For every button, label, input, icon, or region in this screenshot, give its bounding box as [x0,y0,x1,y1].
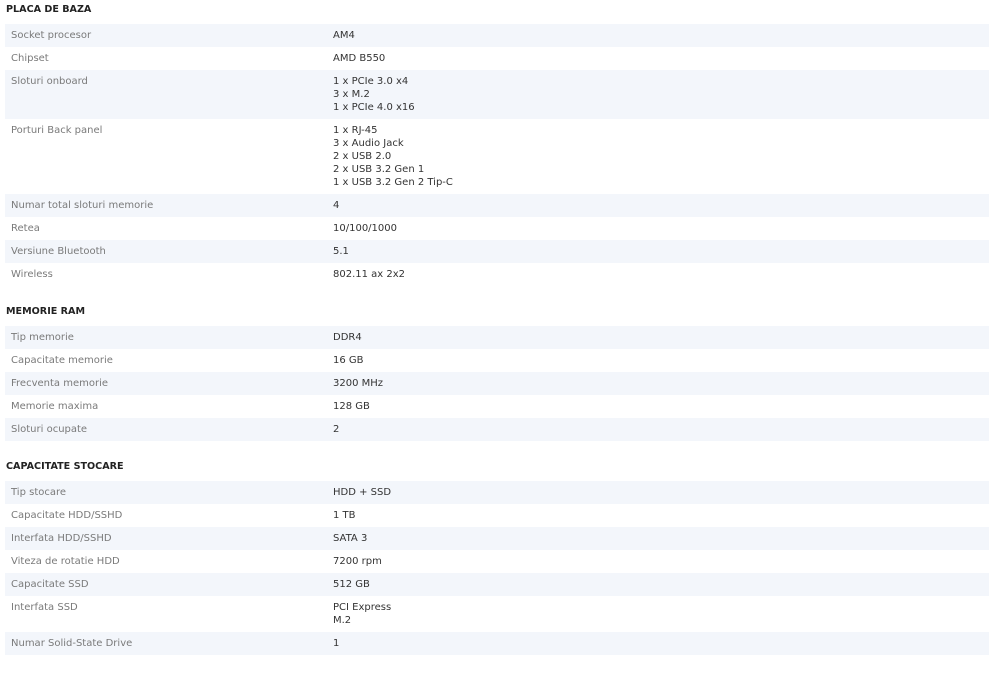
spec-value-line: 1 [333,638,340,649]
spec-value: 802.11 ax 2x2 [333,268,989,281]
spec-label: Retea [11,223,40,234]
spec-row: Memorie maxima 128 GB [5,395,989,418]
spec-label: Memorie maxima [11,401,99,412]
spec-value: 128 GB [333,400,989,413]
spec-value: AM4 [333,29,989,42]
spec-table: Tip stocare HDD + SSD Capacitate HDD/SSHD 1… [5,481,989,655]
spec-value: PCI Express M.2 [333,601,989,627]
spec-label: Capacitate memorie [11,355,113,366]
spec-value-line: 128 GB [333,401,370,412]
spec-value-line: 4 [333,200,340,211]
spec-value-line: 802.11 ax 2x2 [333,269,406,280]
spec-value: 4 [333,199,989,212]
spec-value: HDD + SSD [333,486,989,499]
spec-row: Viteza de rotatie HDD 7200 rpm [5,550,989,573]
spec-row: Frecventa memorie 3200 MHz [5,372,989,395]
spec-row: Sloturi onboard 1 x PCIe 3.0 x4 3 x M.2 1 x… [5,70,989,119]
spec-value-line: DDR4 [333,332,362,343]
spec-row: Retea 10/100/1000 [5,217,989,240]
section-title: PLACA DE BAZA [6,4,92,15]
spec-value: 7200 rpm [333,555,989,568]
spec-value-line: 1 x USB 3.2 Gen 2 Tip-C [333,177,453,188]
spec-value: SATA 3 [333,532,989,545]
spec-label: Tip stocare [11,487,67,498]
spec-label: Interfata SSD [11,602,78,613]
spec-row: Porturi Back panel 1 x RJ-45 3 x Audio Jac… [5,119,989,194]
section-title: MEMORIE RAM [6,306,86,317]
spec-value: 1 [333,637,989,650]
spec-value-line: 7200 rpm [333,556,382,567]
spec-value-line: 2 x USB 3.2 Gen 1 [333,164,425,175]
spec-value: 5.1 [333,245,989,258]
spec-value-line: 3 x Audio Jack [333,138,404,149]
section-title: CAPACITATE STOCARE [6,461,124,472]
spec-value-line: PCI Express [333,602,392,613]
spec-value: 10/100/1000 [333,222,989,235]
spec-value-line: 3 x M.2 [333,89,370,100]
spec-row: Interfata SSD PCI Express M.2 [5,596,989,632]
spec-value: 1 x RJ-45 3 x Audio Jack 2 x USB 2.0 2 x US… [333,124,989,189]
spec-value: 1 x PCIe 3.0 x4 3 x M.2 1 x PCIe 4.0 x16 [333,75,989,114]
spec-label: Wireless [11,269,53,280]
spec-table: Tip memorie DDR4 Capacitate memorie 16 GB Fr… [5,326,989,441]
spec-label: Numar total sloturi memorie [11,200,154,211]
spec-value-line: 2 [333,424,340,435]
spec-sheet: PLACA DE BAZA Socket procesor AM4 Chipset AM… [0,0,997,699]
spec-label: Interfata HDD/SSHD [11,533,112,544]
spec-row: Capacitate memorie 16 GB [5,349,989,372]
spec-value: DDR4 [333,331,989,344]
spec-row: Tip memorie DDR4 [5,326,989,349]
spec-value-line: 1 x RJ-45 [333,125,378,136]
spec-value: 16 GB [333,354,989,367]
spec-value-line: 1 x PCIe 4.0 x16 [333,102,415,113]
spec-row: Capacitate SSD 512 GB [5,573,989,596]
spec-value-line: HDD + SSD [333,487,392,498]
spec-value-line: 5.1 [333,246,349,257]
spec-value: 512 GB [333,578,989,591]
spec-value-line: M.2 [333,615,352,626]
spec-value-line: 16 GB [333,355,364,366]
spec-value-line: 1 TB [333,510,356,521]
spec-value: 3200 MHz [333,377,989,390]
spec-label: Capacitate SSD [11,579,89,590]
spec-value: AMD B550 [333,52,989,65]
spec-row: Tip stocare HDD + SSD [5,481,989,504]
spec-label: Chipset [11,53,49,64]
spec-value-line: AM4 [333,30,355,41]
spec-label: Versiune Bluetooth [11,246,106,257]
spec-label: Socket procesor [11,30,92,41]
spec-value-line: 2 x USB 2.0 [333,151,392,162]
spec-value-line: SATA 3 [333,533,368,544]
spec-label: Porturi Back panel [11,125,103,136]
spec-row: Numar Solid-State Drive 1 [5,632,989,655]
spec-row: Capacitate HDD/SSHD 1 TB [5,504,989,527]
spec-value-line: 1 x PCIe 3.0 x4 [333,76,409,87]
spec-value: 2 [333,423,989,436]
spec-row: Chipset AMD B550 [5,47,989,70]
spec-label: Frecventa memorie [11,378,108,389]
spec-row: Numar total sloturi memorie 4 [5,194,989,217]
spec-value-line: AMD B550 [333,53,386,64]
spec-row: Wireless 802.11 ax 2x2 [5,263,989,286]
spec-value-line: 512 GB [333,579,370,590]
spec-label: Numar Solid-State Drive [11,638,133,649]
spec-value-line: 3200 MHz [333,378,384,389]
spec-value-line: 10/100/1000 [333,223,397,234]
spec-row: Socket procesor AM4 [5,24,989,47]
spec-label: Sloturi onboard [11,76,88,87]
spec-row: Interfata HDD/SSHD SATA 3 [5,527,989,550]
spec-value: 1 TB [333,509,989,522]
spec-label: Tip memorie [11,332,74,343]
spec-row: Versiune Bluetooth 5.1 [5,240,989,263]
spec-table: Socket procesor AM4 Chipset AMD B550 Sloturi… [5,24,989,286]
spec-row: Sloturi ocupate 2 [5,418,989,441]
spec-label: Sloturi ocupate [11,424,88,435]
spec-label: Viteza de rotatie HDD [11,556,120,567]
spec-label: Capacitate HDD/SSHD [11,510,123,521]
